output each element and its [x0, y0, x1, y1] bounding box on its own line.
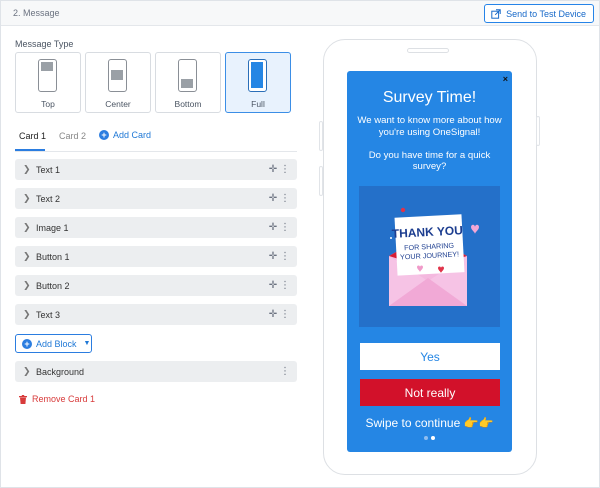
message-type-full[interactable]: Full — [225, 52, 291, 113]
block-text-3[interactable]: ❯ Text 3 ✛ ⋮ — [15, 304, 297, 325]
message-type-center[interactable]: Center — [85, 52, 151, 113]
block-background[interactable]: ❯ Background ⋮ — [15, 361, 297, 382]
chevron-right-icon[interactable]: ❯ — [23, 366, 33, 377]
move-handle-icon[interactable]: ✛ — [267, 251, 279, 262]
add-block-button[interactable]: + Add Block ▼ — [15, 334, 92, 353]
message-editor: 2. Message Send to Test Device Message T… — [0, 0, 600, 488]
move-handle-icon[interactable]: ✛ — [267, 193, 279, 204]
message-preview: × Survey Time! We want to know more abou… — [347, 71, 512, 452]
block-label: Button 1 — [36, 251, 70, 262]
block-image-1[interactable]: ❯ Image 1 ✛ ⋮ — [15, 217, 297, 238]
section-title: 2. Message — [13, 8, 60, 18]
section-header: 2. Message Send to Test Device — [1, 1, 599, 26]
yes-button[interactable]: Yes — [360, 343, 500, 370]
page-dot-inactive[interactable] — [424, 436, 428, 440]
chevron-right-icon[interactable]: ❯ — [23, 309, 33, 320]
preview-title: Survey Time! — [382, 89, 477, 106]
swipe-hint: Swipe to continue 👉👉 — [347, 416, 512, 430]
page-dot-active[interactable] — [431, 436, 435, 440]
type-label-full: Full — [251, 99, 265, 109]
external-link-icon — [491, 8, 501, 19]
tab-card-2[interactable]: Card 2 — [59, 131, 86, 141]
type-label-center: Center — [105, 99, 131, 109]
more-options-icon[interactable]: ⋮ — [279, 164, 291, 175]
message-type-bottom[interactable]: Bottom — [155, 52, 221, 113]
phone-speaker — [407, 48, 449, 53]
chevron-right-icon[interactable]: ❯ — [23, 280, 33, 291]
close-icon[interactable]: × — [503, 74, 508, 84]
more-options-icon[interactable]: ⋮ — [279, 280, 291, 291]
thank-you-envelope-illustration: THANK YOU FOR SHARING YOUR JOURNEY! — [389, 207, 479, 306]
phone-side-button — [319, 121, 323, 151]
block-label: Background — [36, 366, 85, 377]
preview-image: THANK YOU FOR SHARING YOUR JOURNEY! — [359, 186, 500, 327]
type-label-bottom: Bottom — [174, 99, 202, 109]
move-handle-icon[interactable]: ✛ — [267, 280, 279, 291]
phone-side-button — [536, 116, 540, 146]
move-handle-icon[interactable]: ✛ — [267, 222, 279, 233]
block-button-1[interactable]: ❯ Button 1 ✛ ⋮ — [15, 246, 297, 267]
more-options-icon[interactable]: ⋮ — [279, 193, 291, 204]
bottom-layout-icon — [178, 59, 197, 92]
type-label-top: Top — [41, 99, 55, 109]
block-button-2[interactable]: ❯ Button 2 ✛ ⋮ — [15, 275, 297, 296]
more-options-icon[interactable]: ⋮ — [279, 366, 291, 377]
not-really-button[interactable]: Not really — [360, 379, 500, 406]
send-to-test-device-button[interactable]: Send to Test Device — [484, 4, 594, 23]
caret-down-icon: ▼ — [83, 340, 91, 347]
phone-side-button — [319, 166, 323, 196]
top-layout-icon — [38, 59, 57, 92]
block-label: Text 2 — [36, 193, 61, 204]
card-tabs: Card 1 Card 2 + Add Card — [15, 127, 297, 152]
block-label: Text 3 — [36, 309, 61, 320]
page-indicator — [424, 436, 435, 440]
trash-icon — [19, 394, 27, 404]
add-card-button[interactable]: + Add Card — [99, 130, 151, 140]
preview-body: We want to know more about how you're us… — [357, 115, 502, 172]
add-block-label: Add Block — [36, 338, 77, 349]
block-text-1[interactable]: ❯ Text 1 ✛ ⋮ — [15, 159, 297, 180]
more-options-icon[interactable]: ⋮ — [279, 309, 291, 320]
chevron-right-icon[interactable]: ❯ — [23, 164, 33, 175]
block-label: Button 2 — [36, 280, 70, 291]
plus-circle-icon: + — [22, 338, 32, 349]
block-label: Text 1 — [36, 164, 61, 175]
chevron-right-icon[interactable]: ❯ — [23, 193, 33, 204]
move-handle-icon[interactable]: ✛ — [267, 309, 279, 320]
chevron-right-icon[interactable]: ❯ — [23, 222, 33, 233]
full-layout-icon — [248, 59, 267, 92]
more-options-icon[interactable]: ⋮ — [279, 222, 291, 233]
message-type-label: Message Type — [15, 39, 74, 49]
block-text-2[interactable]: ❯ Text 2 ✛ ⋮ — [15, 188, 297, 209]
swipe-text: Swipe to continue — [365, 416, 461, 430]
center-layout-icon — [108, 59, 127, 92]
active-tab-indicator — [15, 149, 45, 151]
pointing-hands-icon: 👉👉 — [463, 416, 494, 430]
plus-circle-icon: + — [99, 130, 109, 140]
more-options-icon[interactable]: ⋮ — [279, 251, 291, 262]
message-type-top[interactable]: Top — [15, 52, 81, 113]
block-label: Image 1 — [36, 222, 69, 233]
chevron-right-icon[interactable]: ❯ — [23, 251, 33, 262]
remove-card-label: Remove Card 1 — [32, 394, 96, 404]
send-button-label: Send to Test Device — [506, 8, 586, 19]
remove-card-button[interactable]: Remove Card 1 — [19, 394, 95, 404]
add-card-label: Add Card — [113, 130, 152, 140]
tab-card-1[interactable]: Card 1 — [19, 131, 46, 141]
move-handle-icon[interactable]: ✛ — [267, 164, 279, 175]
